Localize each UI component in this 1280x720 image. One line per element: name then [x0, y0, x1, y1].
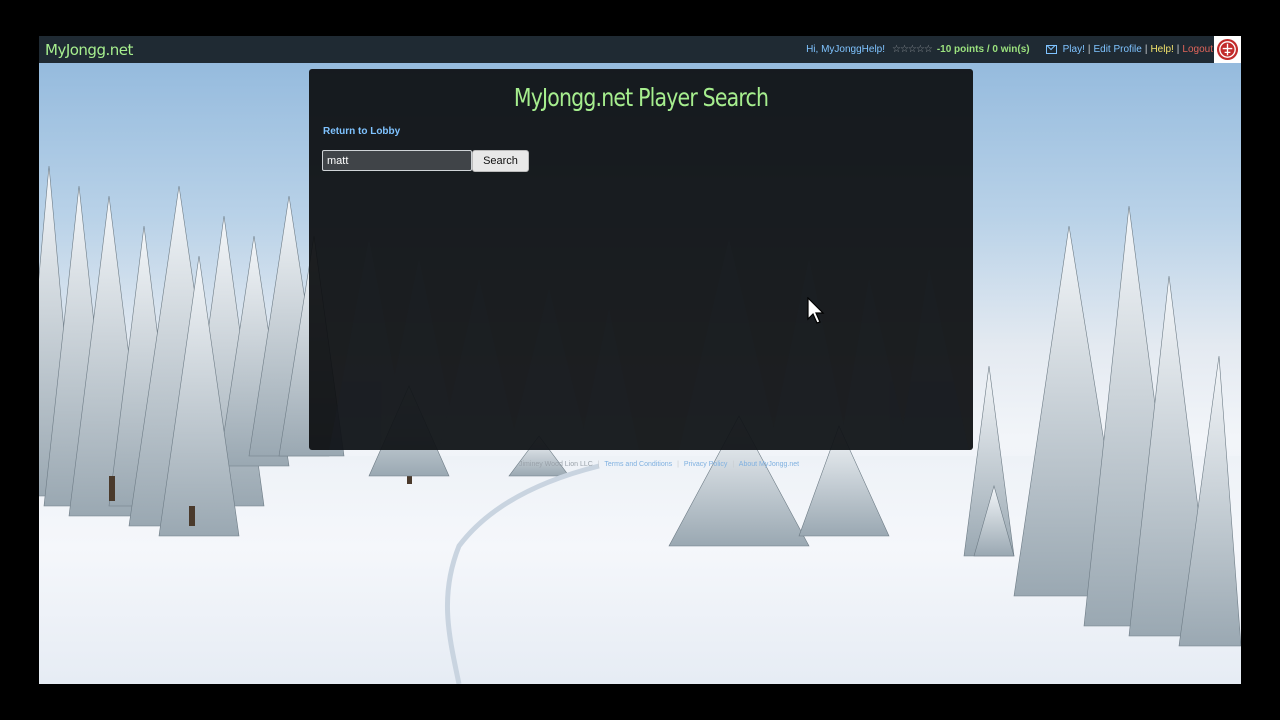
user-menu: Hi, MyJonggHelp! ☆☆☆☆☆ -10 points / 0 wi… [806, 36, 1213, 63]
search-button[interactable]: Search [472, 150, 529, 172]
separator: | [1144, 44, 1148, 55]
separator: | [1176, 44, 1180, 55]
privacy-link[interactable]: Privacy Policy [684, 461, 728, 468]
separator: | [732, 461, 735, 468]
return-to-lobby-link[interactable]: Return to Lobby [323, 126, 400, 137]
play-link[interactable]: Play! [1063, 44, 1085, 55]
logo-icon[interactable] [1214, 36, 1241, 63]
logout-link[interactable]: Logout [1182, 44, 1213, 55]
greeting-text: Hi, MyJonggHelp! [806, 44, 885, 55]
player-search-input[interactable] [322, 150, 472, 171]
mouse-cursor-icon [807, 297, 825, 324]
separator: | [677, 461, 679, 468]
page-title: MyJongg.net Player Search [513, 83, 769, 112]
separator: | [597, 461, 600, 468]
top-navigation-bar: MyJongg.net Hi, MyJonggHelp! ☆☆☆☆☆ -10 p… [39, 36, 1241, 63]
envelope-icon[interactable] [1045, 45, 1057, 54]
rating-stars: ☆☆☆☆☆ [892, 44, 933, 55]
footer: Jiminey Wood Lion LLC | Terms and Condit… [519, 461, 799, 468]
points-summary: -10 points / 0 win(s) [936, 44, 1030, 55]
copyright-text: Jiminey Wood Lion LLC [519, 461, 593, 468]
edit-profile-link[interactable]: Edit Profile [1093, 44, 1141, 55]
about-link[interactable]: About MyJongg.net [739, 461, 799, 468]
browser-viewport: MyJongg.net Hi, MyJonggHelp! ☆☆☆☆☆ -10 p… [39, 36, 1241, 684]
site-brand-link[interactable]: MyJongg.net [45, 41, 133, 59]
terms-link[interactable]: Terms and Conditions [604, 461, 672, 468]
panel-background-forest [329, 239, 969, 450]
player-search-panel: MyJongg.net Player Search Return to Lobb… [309, 69, 973, 450]
separator: | [1087, 44, 1091, 55]
help-link[interactable]: Help! [1150, 44, 1173, 55]
